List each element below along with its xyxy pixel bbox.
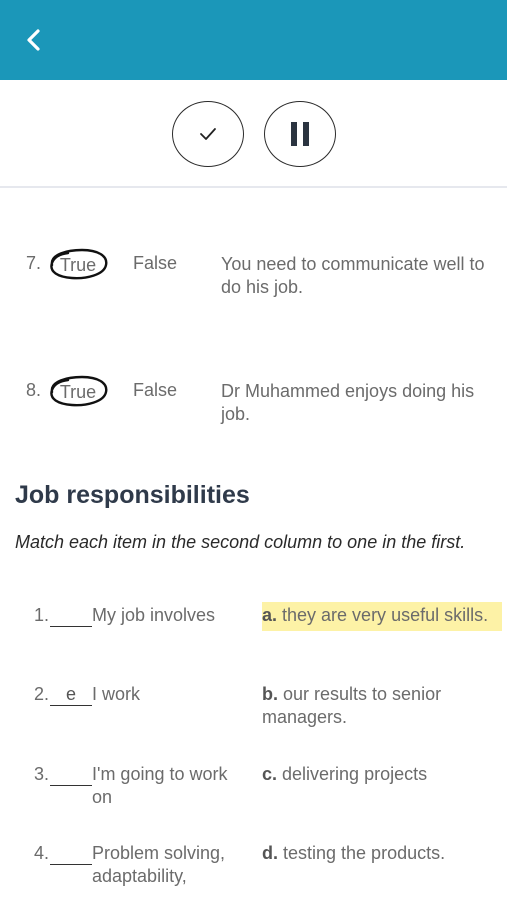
option-text: delivering projects bbox=[277, 764, 428, 784]
top-bar bbox=[0, 0, 507, 80]
check-button[interactable] bbox=[172, 101, 244, 167]
pause-button[interactable] bbox=[264, 101, 336, 167]
item-number: 7. bbox=[26, 253, 42, 273]
chevron-left-icon bbox=[27, 29, 40, 51]
match-right-option[interactable]: a. they are very useful skills. bbox=[262, 602, 502, 631]
playback-controls bbox=[0, 80, 507, 186]
item-number: 4. bbox=[34, 843, 50, 863]
statement: You need to communicate well to do his j… bbox=[221, 254, 485, 297]
option-letter: c. bbox=[262, 764, 278, 784]
item-number: 3. bbox=[34, 764, 50, 784]
option-letter: b. bbox=[262, 684, 278, 704]
match-left-text: I'm going to work on bbox=[92, 764, 228, 807]
item-number: 1. bbox=[34, 605, 50, 625]
match-left-text: I work bbox=[92, 684, 141, 704]
option-text: they are very useful skills. bbox=[277, 605, 489, 625]
true-label: True bbox=[59, 254, 97, 275]
option-letter: a. bbox=[262, 605, 278, 625]
match-left-text: My job involves bbox=[92, 605, 216, 625]
statement: Dr Muhammed enjoys doing his job. bbox=[221, 381, 475, 424]
false-option[interactable]: False bbox=[133, 380, 177, 401]
answer-blank[interactable] bbox=[50, 842, 92, 865]
match-right-option[interactable]: b. our results to senior managers. bbox=[262, 683, 502, 729]
check-icon bbox=[200, 128, 216, 140]
match-right-option[interactable]: c. delivering projects bbox=[262, 763, 502, 786]
true-option[interactable]: True bbox=[46, 372, 110, 410]
option-text: our results to senior managers. bbox=[262, 684, 442, 727]
item-number: 8. bbox=[26, 380, 42, 400]
divider bbox=[0, 186, 507, 188]
false-option[interactable]: False bbox=[133, 253, 177, 274]
match-right-option[interactable]: d. testing the products. bbox=[262, 842, 502, 865]
match-left-text: Problem solving, adaptability, bbox=[92, 843, 226, 886]
answer-blank[interactable]: e bbox=[50, 683, 92, 706]
item-number: 2. bbox=[34, 684, 50, 704]
instructions: Match each item in the second column to … bbox=[15, 532, 466, 552]
true-label: True bbox=[59, 381, 97, 402]
option-letter: d. bbox=[262, 843, 278, 863]
pause-icon bbox=[291, 122, 309, 146]
back-button[interactable] bbox=[16, 22, 52, 58]
true-option[interactable]: True bbox=[46, 245, 110, 283]
section-title: Job responsibilities bbox=[15, 481, 250, 509]
answer-blank[interactable] bbox=[50, 604, 92, 627]
option-text: testing the products. bbox=[278, 843, 446, 863]
answer-blank[interactable] bbox=[50, 763, 92, 786]
